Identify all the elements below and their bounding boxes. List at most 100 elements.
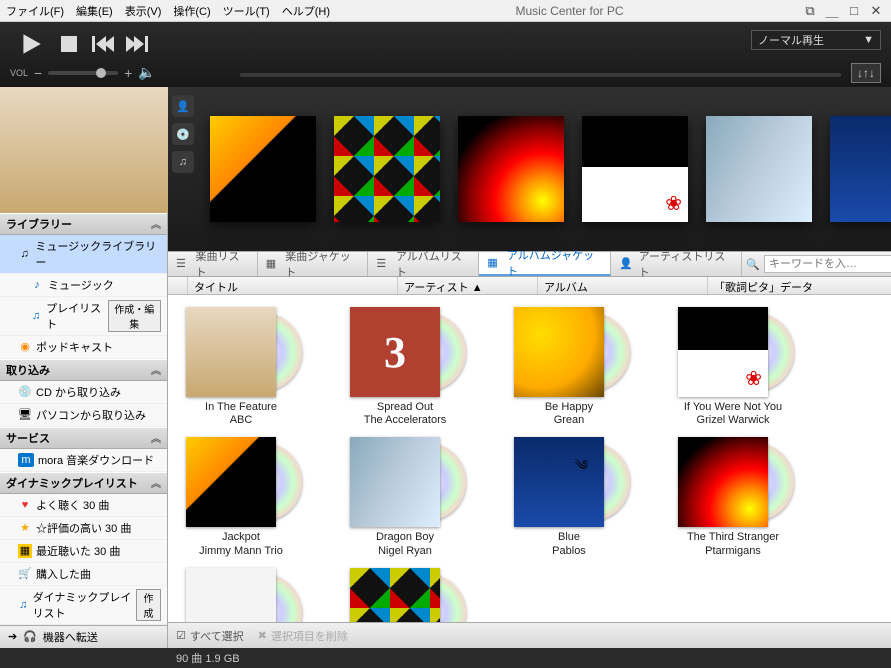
sidebar-item-import-cd[interactable]: 💿 CD から取り込み [0,381,167,404]
menu-edit[interactable]: 編集(E) [76,3,113,19]
action-label: 選択項目を削除 [271,628,348,644]
album-cover [678,307,768,397]
sidebar-item-dynamic-list[interactable]: ♫ ダイナミックプレイリスト 作成 [0,586,167,625]
(search-icon)[interactable]: 🔍 [746,258,760,271]
album-cell[interactable]: JackpotJimmy Mann Trio [176,437,306,557]
album-cell[interactable]: 3Spread OutThe Accelerators [340,307,470,427]
album-artwork [186,307,296,397]
collapse-icon: ︽ [151,475,161,490]
window-restore-icon[interactable]: ⧉ [801,3,819,19]
album-cell[interactable]: Mix Down Vol.1Tak Picard [176,568,306,622]
tab-album-jacket[interactable]: ▦ アルバムジャケット [479,252,611,276]
carousel-thumb[interactable] [706,116,812,222]
progress-slider[interactable] [240,73,841,77]
prev-button[interactable] [86,30,120,58]
carousel-disc-icon[interactable]: 💿 [172,123,194,145]
delete-selected-button[interactable]: ✖ 選択項目を削除 [258,628,348,644]
volume-up-icon[interactable]: + [124,65,132,81]
tab-label: アルバムジャケット [507,247,602,279]
album-cell[interactable]: In The FeatureABC [176,307,306,427]
sidebar-item-recent[interactable]: ▦ 最近聴いた 30 曲 [0,540,167,563]
col-album[interactable]: アルバム [538,277,708,294]
album-cover [350,568,440,622]
album-artwork [678,307,788,397]
tab-album-list[interactable]: ☰ アルバムリスト [368,252,479,276]
sidebar-header-service[interactable]: サービス ︽ [0,427,167,449]
sidebar-header-label: 取り込み [6,362,50,378]
window-close-icon[interactable]: ✕ [867,3,885,19]
sidebar-item-playlist[interactable]: ♫ プレイリスト 作成・編集 [0,297,167,336]
play-button[interactable] [10,30,52,58]
headphones-icon: 🎧 [23,630,37,643]
carousel-thumb[interactable] [830,116,891,222]
tab-artist-list[interactable]: 👤 アーティストリスト [611,252,742,276]
sidebar-item-purchased[interactable]: 🛒 購入した曲 [0,563,167,586]
sidebar-item-label: ダイナミックプレイリスト [33,589,132,621]
volume-slider[interactable] [48,71,118,75]
sidebar-header-library[interactable]: ライブラリー ︽ [0,213,167,235]
album-artist: ABC [176,414,306,427]
carousel-thumb[interactable] [334,116,440,222]
sidebar-item-mora[interactable]: m mora 音楽ダウンロード [0,449,167,472]
next-button[interactable] [120,30,154,58]
carousel-thumb[interactable] [210,116,316,222]
sidebar: ライブラリー ︽ ♫ ミュージックライブラリー ♪ ミュージック ♫ プレイリス… [0,87,168,648]
sidebar-item-rating[interactable]: ★ ☆評価の高い 30 曲 [0,517,167,540]
album-title: Spread Out [340,401,470,414]
carousel-track[interactable] [198,87,891,251]
col-lyrics[interactable]: 「歌詞ピタ」データ [708,277,891,294]
delete-icon: ✖ [258,629,267,642]
menu-tools[interactable]: ツール(T) [223,3,270,19]
stop-button[interactable] [52,30,86,58]
volume-down-icon[interactable]: − [34,65,42,81]
mute-icon[interactable]: 🔈 [138,64,155,81]
album-cover [186,307,276,397]
carousel-note-icon[interactable]: ♫ [172,151,194,173]
dynamic-create-button[interactable]: 作成 [136,589,161,621]
album-cover: 3 [350,307,440,397]
carousel-user-icon[interactable]: 👤 [172,95,194,117]
sort-button[interactable]: ↓↑↓ [851,63,881,83]
sidebar-header-dynamic[interactable]: ダイナミックプレイリスト ︽ [0,472,167,494]
col-blank[interactable] [168,277,188,294]
album-cell[interactable]: If You Were Not YouGrizel Warwick [668,307,798,427]
transfer-to-device-button[interactable]: ➔ 🎧 機器へ転送 [0,625,167,648]
sidebar-header-import[interactable]: 取り込み ︽ [0,359,167,381]
playmode-dropdown[interactable]: ノーマル再生 ▼ [751,30,881,50]
col-title[interactable]: タイトル [188,277,398,294]
album-artist: Jimmy Mann Trio [176,545,306,558]
carousel-thumb[interactable] [458,116,564,222]
search-input[interactable] [764,255,891,273]
menu-file[interactable]: ファイル(F) [6,3,64,19]
album-cell[interactable]: Be HappyGrean [504,307,634,427]
album-artwork [350,568,460,622]
album-artist: Grizel Warwick [668,414,798,427]
carousel-thumb[interactable] [582,116,688,222]
tab-song-list[interactable]: ☰ 楽曲リスト [168,252,258,276]
carousel-strip: 👤 💿 ♫ [168,87,891,251]
tab-song-jacket[interactable]: ▦ 楽曲ジャケット [258,252,369,276]
album-cell[interactable]: Dragon BoyNigel Ryan [340,437,470,557]
cd-icon: 💿 [18,385,32,399]
collapse-icon: ︽ [151,216,161,231]
sidebar-item-music[interactable]: ♪ ミュージック [0,274,167,297]
sidebar-item-import-pc[interactable]: 🖥 パソコンから取り込み [0,404,167,427]
volume-row: VOL − + 🔈 [10,64,156,81]
tab-label: 楽曲リスト [196,248,249,280]
sidebar-item-label: プレイリスト [46,300,103,332]
album-cell[interactable]: BluePablos [504,437,634,557]
album-cell[interactable]: The Third StrangerPtarmigans [668,437,798,557]
select-all-button[interactable]: ☑ すべて選択 [176,628,244,644]
sidebar-item-often[interactable]: ♥ よく聴く 30 曲 [0,494,167,517]
sidebar-item-music-library[interactable]: ♫ ミュージックライブラリー [0,235,167,274]
playlist-create-edit-button[interactable]: 作成・編集 [108,300,161,332]
album-cover [678,437,768,527]
album-cell[interactable]: A Piece Of CakeThe Three Little Red He… [340,568,470,622]
col-artist[interactable]: アーティスト ▲ [398,277,538,294]
window-minimize-icon[interactable]: ＿ [823,3,841,19]
menu-operate[interactable]: 操作(C) [173,3,210,19]
window-maximize-icon[interactable]: □ [845,3,863,19]
sidebar-item-podcast[interactable]: ◉ ポッドキャスト [0,336,167,359]
menu-help[interactable]: ヘルプ(H) [282,3,330,19]
menu-view[interactable]: 表示(V) [125,3,162,19]
